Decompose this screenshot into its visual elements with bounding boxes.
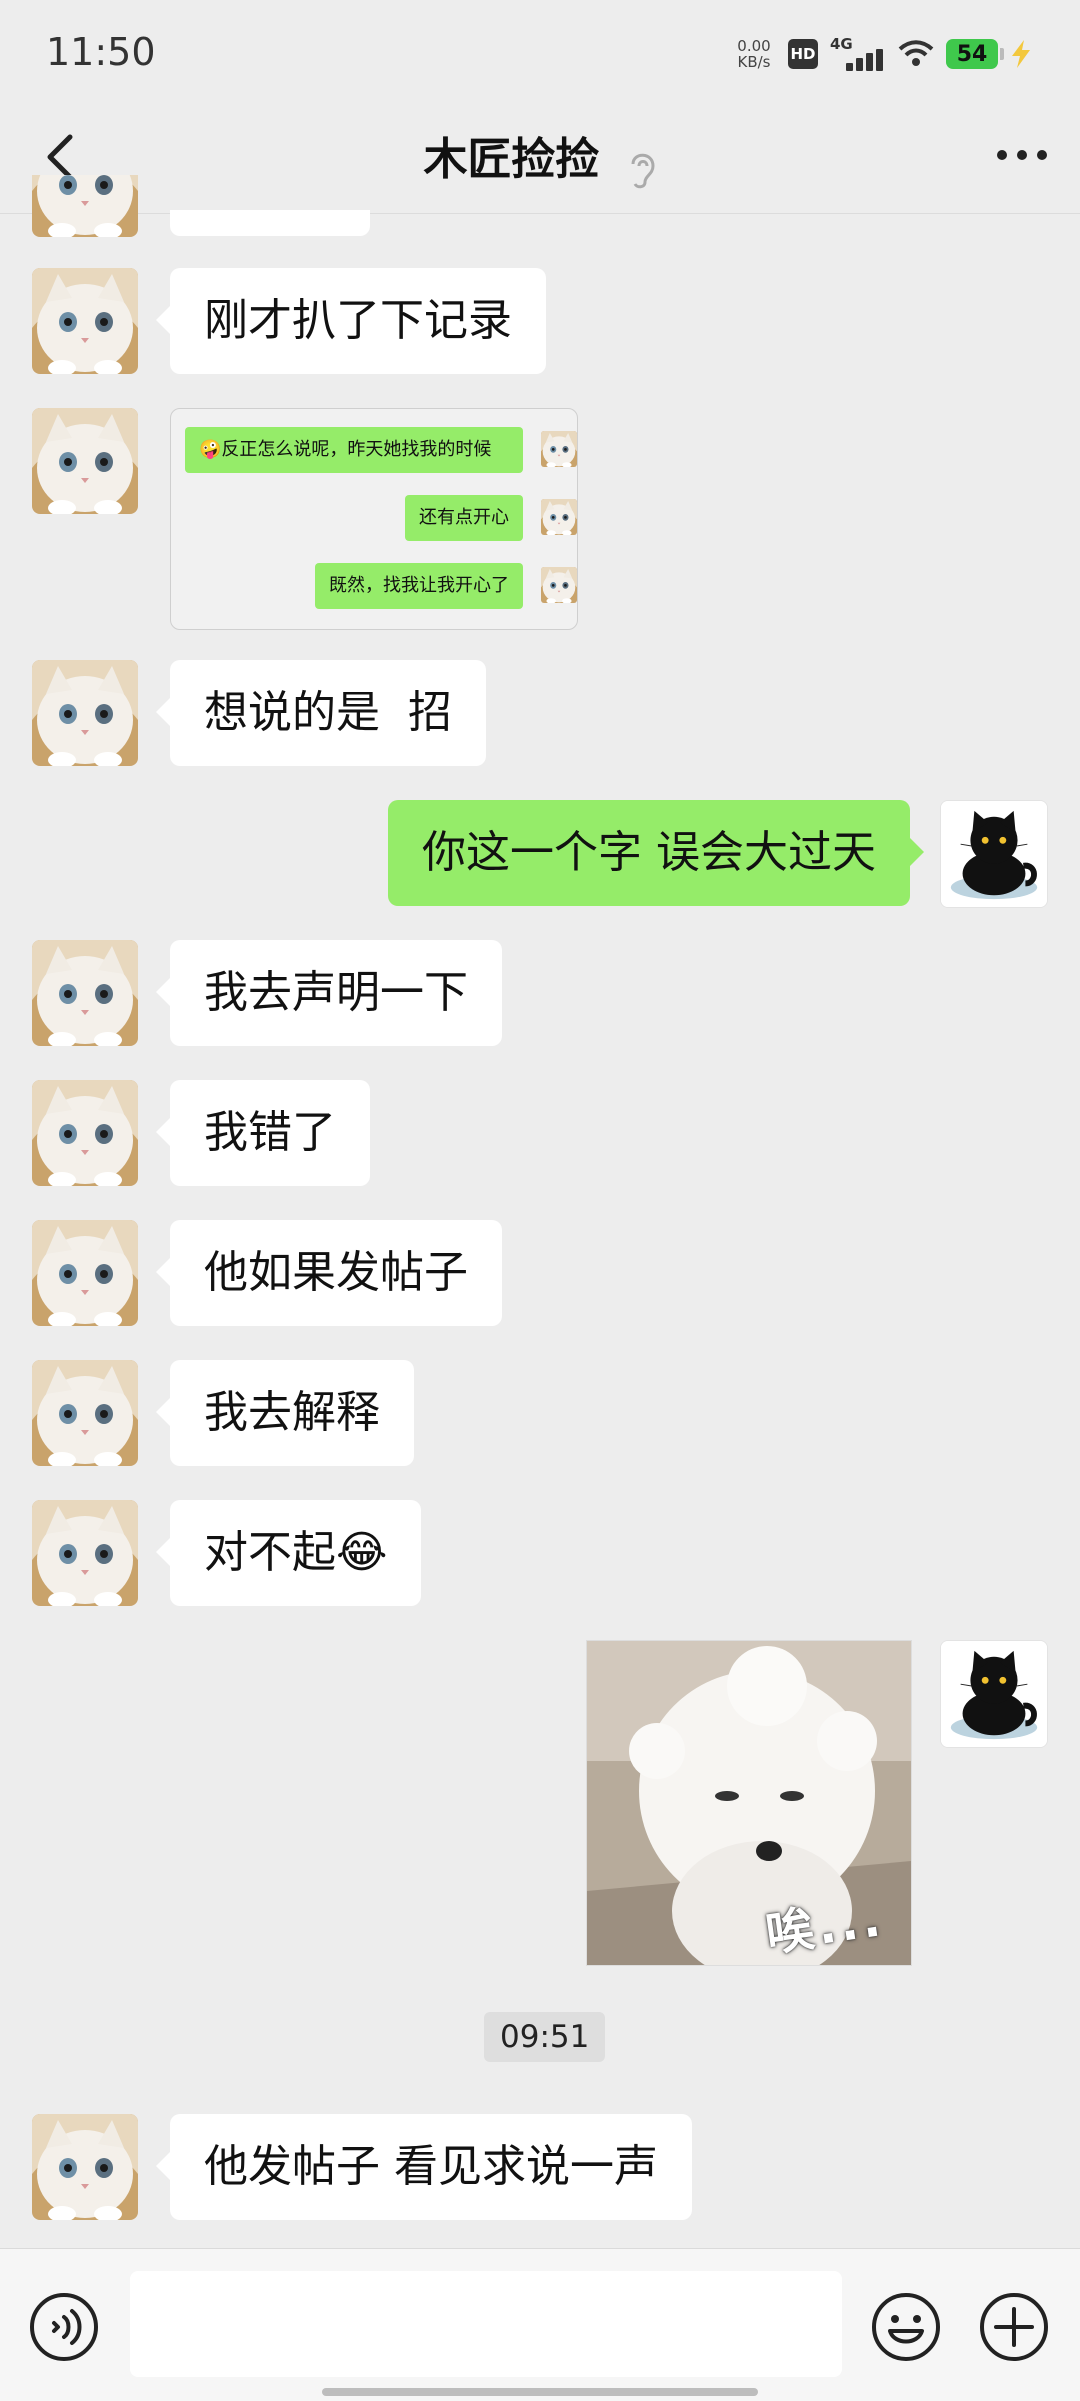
chat-header: 木匠捡捡 [0, 105, 1080, 214]
emoji-icon[interactable] [870, 2291, 942, 2363]
message-bubble[interactable]: 我去解释 [156, 1360, 414, 1466]
network-speed: 0.00 KB/s [737, 37, 771, 71]
chat-title: 木匠捡捡 [423, 134, 600, 185]
message-bubble[interactable]: 想说的是 招 [156, 660, 486, 766]
message-input[interactable] [130, 2271, 842, 2377]
screenshot-line: 还有点开心 [405, 495, 523, 541]
sticker-image[interactable]: 唉... [586, 1640, 912, 1966]
message-input-bar [0, 2248, 1080, 2401]
more-options-button[interactable] [992, 133, 1052, 177]
contact-avatar[interactable] [32, 1360, 138, 1466]
my-avatar[interactable] [940, 1640, 1048, 1748]
contact-avatar[interactable] [32, 2114, 138, 2220]
contact-avatar[interactable] [32, 408, 138, 514]
screenshot-line: 🤪反正怎么说呢，昨天她找我的时候 [185, 427, 523, 473]
screenshot-avatar [541, 499, 577, 535]
contact-avatar[interactable] [32, 1220, 138, 1326]
message-bubble[interactable]: 他发帖子 看见求说一声 [156, 2114, 692, 2220]
contact-avatar[interactable] [32, 940, 138, 1046]
signal-icon: 4G [830, 35, 886, 71]
chat-screenshot-image[interactable]: 🤪反正怎么说呢，昨天她找我的时候 还有点开心 既然，找我让我开心了 [170, 408, 578, 630]
message-bubble[interactable]: 我错了 [156, 1080, 370, 1186]
screenshot-line: 既然，找我让我开心了 [315, 563, 523, 609]
partial-bubble [170, 210, 370, 236]
contact-avatar[interactable] [32, 268, 138, 374]
battery-indicator: 54 [946, 39, 1004, 69]
status-time: 11:50 [46, 30, 156, 74]
screenshot-avatar [541, 567, 577, 603]
my-avatar[interactable] [940, 800, 1048, 908]
contact-avatar[interactable] [32, 1080, 138, 1186]
message-bubble[interactable]: 我去声明一下 [156, 940, 502, 1046]
status-bar: 11:50 0.00 KB/s HD 4G 54 [0, 0, 1080, 105]
message-bubble[interactable]: 他如果发帖子 [156, 1220, 502, 1326]
message-bubble-outgoing[interactable]: 你这一个字 误会大过天 [388, 800, 924, 906]
charging-icon [1012, 40, 1030, 68]
voice-icon[interactable] [28, 2291, 100, 2363]
hd-icon: HD [788, 39, 818, 69]
message-timestamp: 09:51 [484, 2012, 606, 2062]
wifi-icon [898, 40, 934, 66]
partial-avatar [32, 175, 138, 237]
message-bubble[interactable]: 对不起😂 [155, 1500, 422, 1606]
screenshot-avatar [541, 431, 577, 467]
contact-avatar[interactable] [32, 660, 138, 766]
home-indicator[interactable] [322, 2388, 758, 2396]
ear-icon [631, 153, 655, 188]
plus-icon[interactable] [978, 2291, 1050, 2363]
message-bubble[interactable]: 刚才扒了下记录 [156, 268, 546, 374]
contact-avatar[interactable] [32, 1500, 138, 1606]
